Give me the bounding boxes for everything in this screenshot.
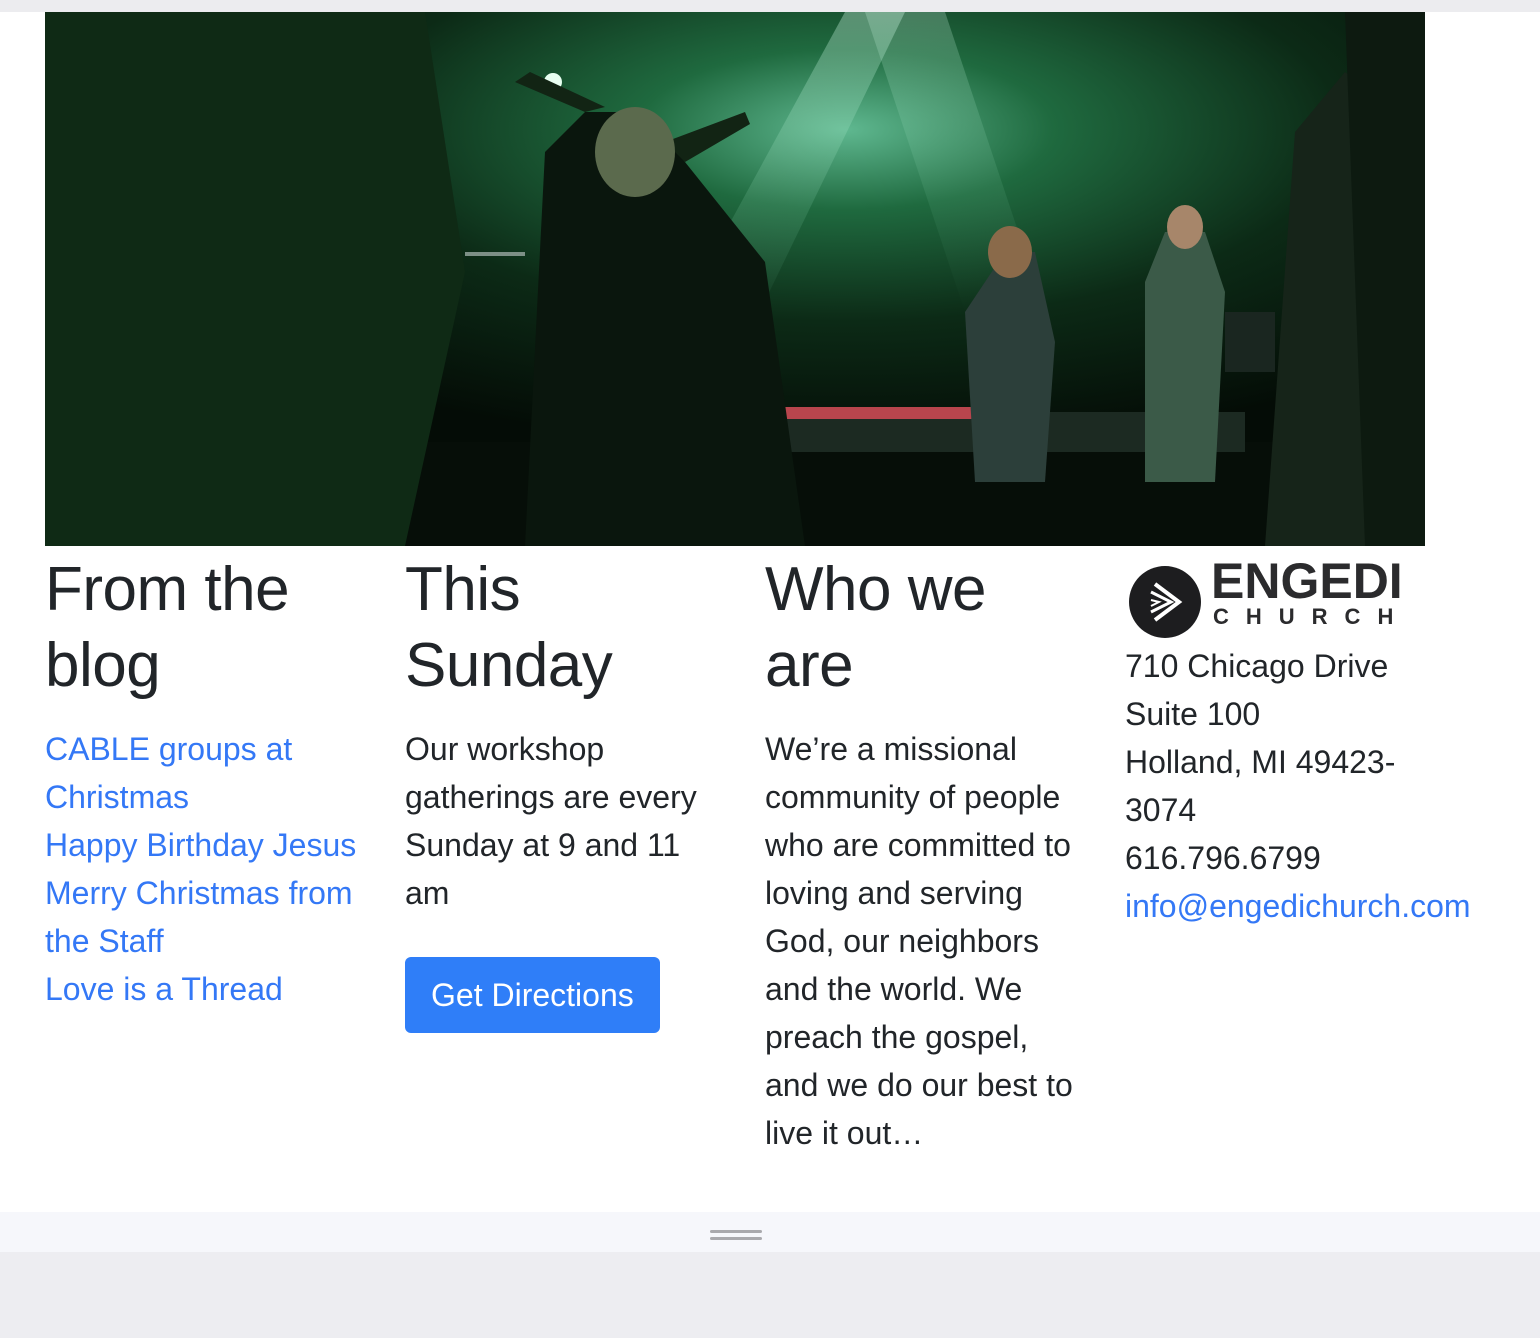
- blog-link-happy-birthday[interactable]: Happy Birthday Jesus: [45, 821, 365, 869]
- page-content: From the blog CABLE groups at Christmas …: [0, 12, 1540, 1212]
- blog-link-love-thread[interactable]: Love is a Thread: [45, 965, 365, 1013]
- play-chevron-logo-icon: [1129, 566, 1201, 638]
- blog-link-list: CABLE groups at Christmas Happy Birthday…: [45, 725, 365, 1013]
- get-directions-button[interactable]: Get Directions: [405, 957, 660, 1033]
- hero-image: [45, 12, 1425, 546]
- about-text: We’re a missional community of people wh…: [765, 731, 1073, 1151]
- blog-heading: From the blog: [45, 555, 290, 700]
- blog-link-merry-christmas[interactable]: Merry Christmas from the Staff: [45, 869, 365, 965]
- address-suite: Suite 100: [1125, 696, 1261, 732]
- resize-grip-icon[interactable]: [710, 1230, 762, 1240]
- contact-phone: 616.796.6799: [1125, 840, 1321, 876]
- engedi-church-logo[interactable]: ENGEDI CHURCH: [1125, 553, 1425, 638]
- logo-subtitle: CHURCH: [1213, 604, 1411, 629]
- hero-worship-photo: [45, 12, 1425, 546]
- logo-wordmark: ENGEDI: [1211, 553, 1403, 609]
- contact-address: 710 Chicago Drive Suite 100 Holland, MI …: [1125, 642, 1525, 930]
- panel-resize-bar[interactable]: [0, 1212, 1540, 1252]
- sunday-column: This Sunday Our workshop gatherings are …: [405, 552, 725, 1033]
- sunday-heading: This Sunday: [405, 555, 613, 700]
- about-heading: Who we are: [765, 555, 986, 700]
- blog-column: From the blog CABLE groups at Christmas …: [45, 552, 365, 1013]
- address-street: 710 Chicago Drive: [1125, 648, 1389, 684]
- contact-column: ENGEDI CHURCH 710 Chicago Drive Suite 10…: [1125, 552, 1525, 930]
- window-top-strip: [0, 0, 1540, 12]
- about-column: Who we are We’re a missional community o…: [765, 552, 1085, 1157]
- address-city: Holland, MI 49423-3074: [1125, 744, 1396, 828]
- contact-email-link[interactable]: info@engedichurch.com: [1125, 882, 1525, 930]
- sunday-text: Our workshop gatherings are every Sunday…: [405, 731, 697, 911]
- blog-link-cable-groups[interactable]: CABLE groups at Christmas: [45, 725, 365, 821]
